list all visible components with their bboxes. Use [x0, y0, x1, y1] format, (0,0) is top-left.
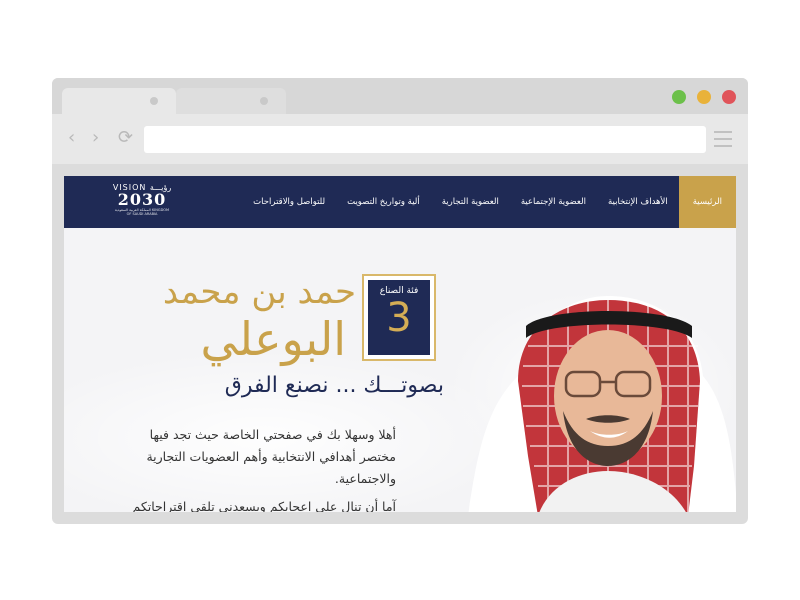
- browser-tab[interactable]: [62, 88, 176, 114]
- slogan: بصوتـــك ... نصنع الفرق: [224, 373, 444, 398]
- address-bar[interactable]: [144, 126, 706, 153]
- forward-arrow-icon[interactable]: ›: [92, 128, 99, 148]
- intro-paragraph: أهلا وسهلا بك في صفحتي الخاصة حيث تجد في…: [146, 427, 396, 486]
- browser-toolbar: ‹ › ⟳: [52, 114, 748, 164]
- candidate-family-name: البوعلي: [200, 312, 346, 366]
- menu-icon[interactable]: [714, 131, 732, 147]
- intro-paragraph: آما أن تنال على اعجابكم ويسعدني تلقي اقت…: [132, 499, 396, 512]
- intro-text: أهلا وسهلا بك في صفحتي الخاصة حيث تجد في…: [124, 424, 396, 512]
- hero-section: حمد بن محمد البوعلي فئة الصناع 3 بصوتـــ…: [64, 228, 736, 512]
- maximize-button[interactable]: [672, 90, 686, 104]
- candidate-portrait: [468, 296, 736, 512]
- back-arrow-icon[interactable]: ‹: [68, 128, 75, 148]
- candidate-first-name: حمد بن محمد: [162, 272, 356, 312]
- menu-item-home[interactable]: الرئيسية: [678, 176, 736, 228]
- menu-item-contact[interactable]: للتواصل والاقتراحات: [242, 176, 336, 228]
- close-button[interactable]: [722, 90, 736, 104]
- browser-tab[interactable]: [176, 88, 286, 114]
- badge-number: 3: [386, 295, 412, 341]
- tab-bar: [52, 78, 748, 114]
- site-navbar: VISION رؤيـــة 2030 المملكة العربية السع…: [64, 176, 736, 228]
- tab-close-icon[interactable]: [260, 97, 268, 105]
- tab-close-icon[interactable]: [150, 97, 158, 105]
- page-viewport: VISION رؤيـــة 2030 المملكة العربية السع…: [64, 176, 736, 512]
- menu-item-voting-dates[interactable]: ألية وتواريخ التصويت: [336, 176, 431, 228]
- browser-window: ‹ › ⟳ VISION رؤيـــة 2030 المملكة العربي…: [52, 78, 748, 524]
- minimize-button[interactable]: [697, 90, 711, 104]
- menu-item-social-membership[interactable]: العضوية الإجتماعية: [510, 176, 597, 228]
- menu-item-election-goals[interactable]: الأهداف الإنتخابية: [597, 176, 679, 228]
- main-menu: الرئيسية الأهداف الإنتخابية العضوية الإج…: [242, 176, 736, 228]
- category-badge: فئة الصناع 3: [362, 274, 436, 361]
- menu-item-commercial-membership[interactable]: العضوية التجارية: [431, 176, 510, 228]
- vision-2030-logo[interactable]: VISION رؤيـــة 2030 المملكة العربية السع…: [112, 180, 172, 224]
- reload-icon[interactable]: ⟳: [118, 128, 133, 148]
